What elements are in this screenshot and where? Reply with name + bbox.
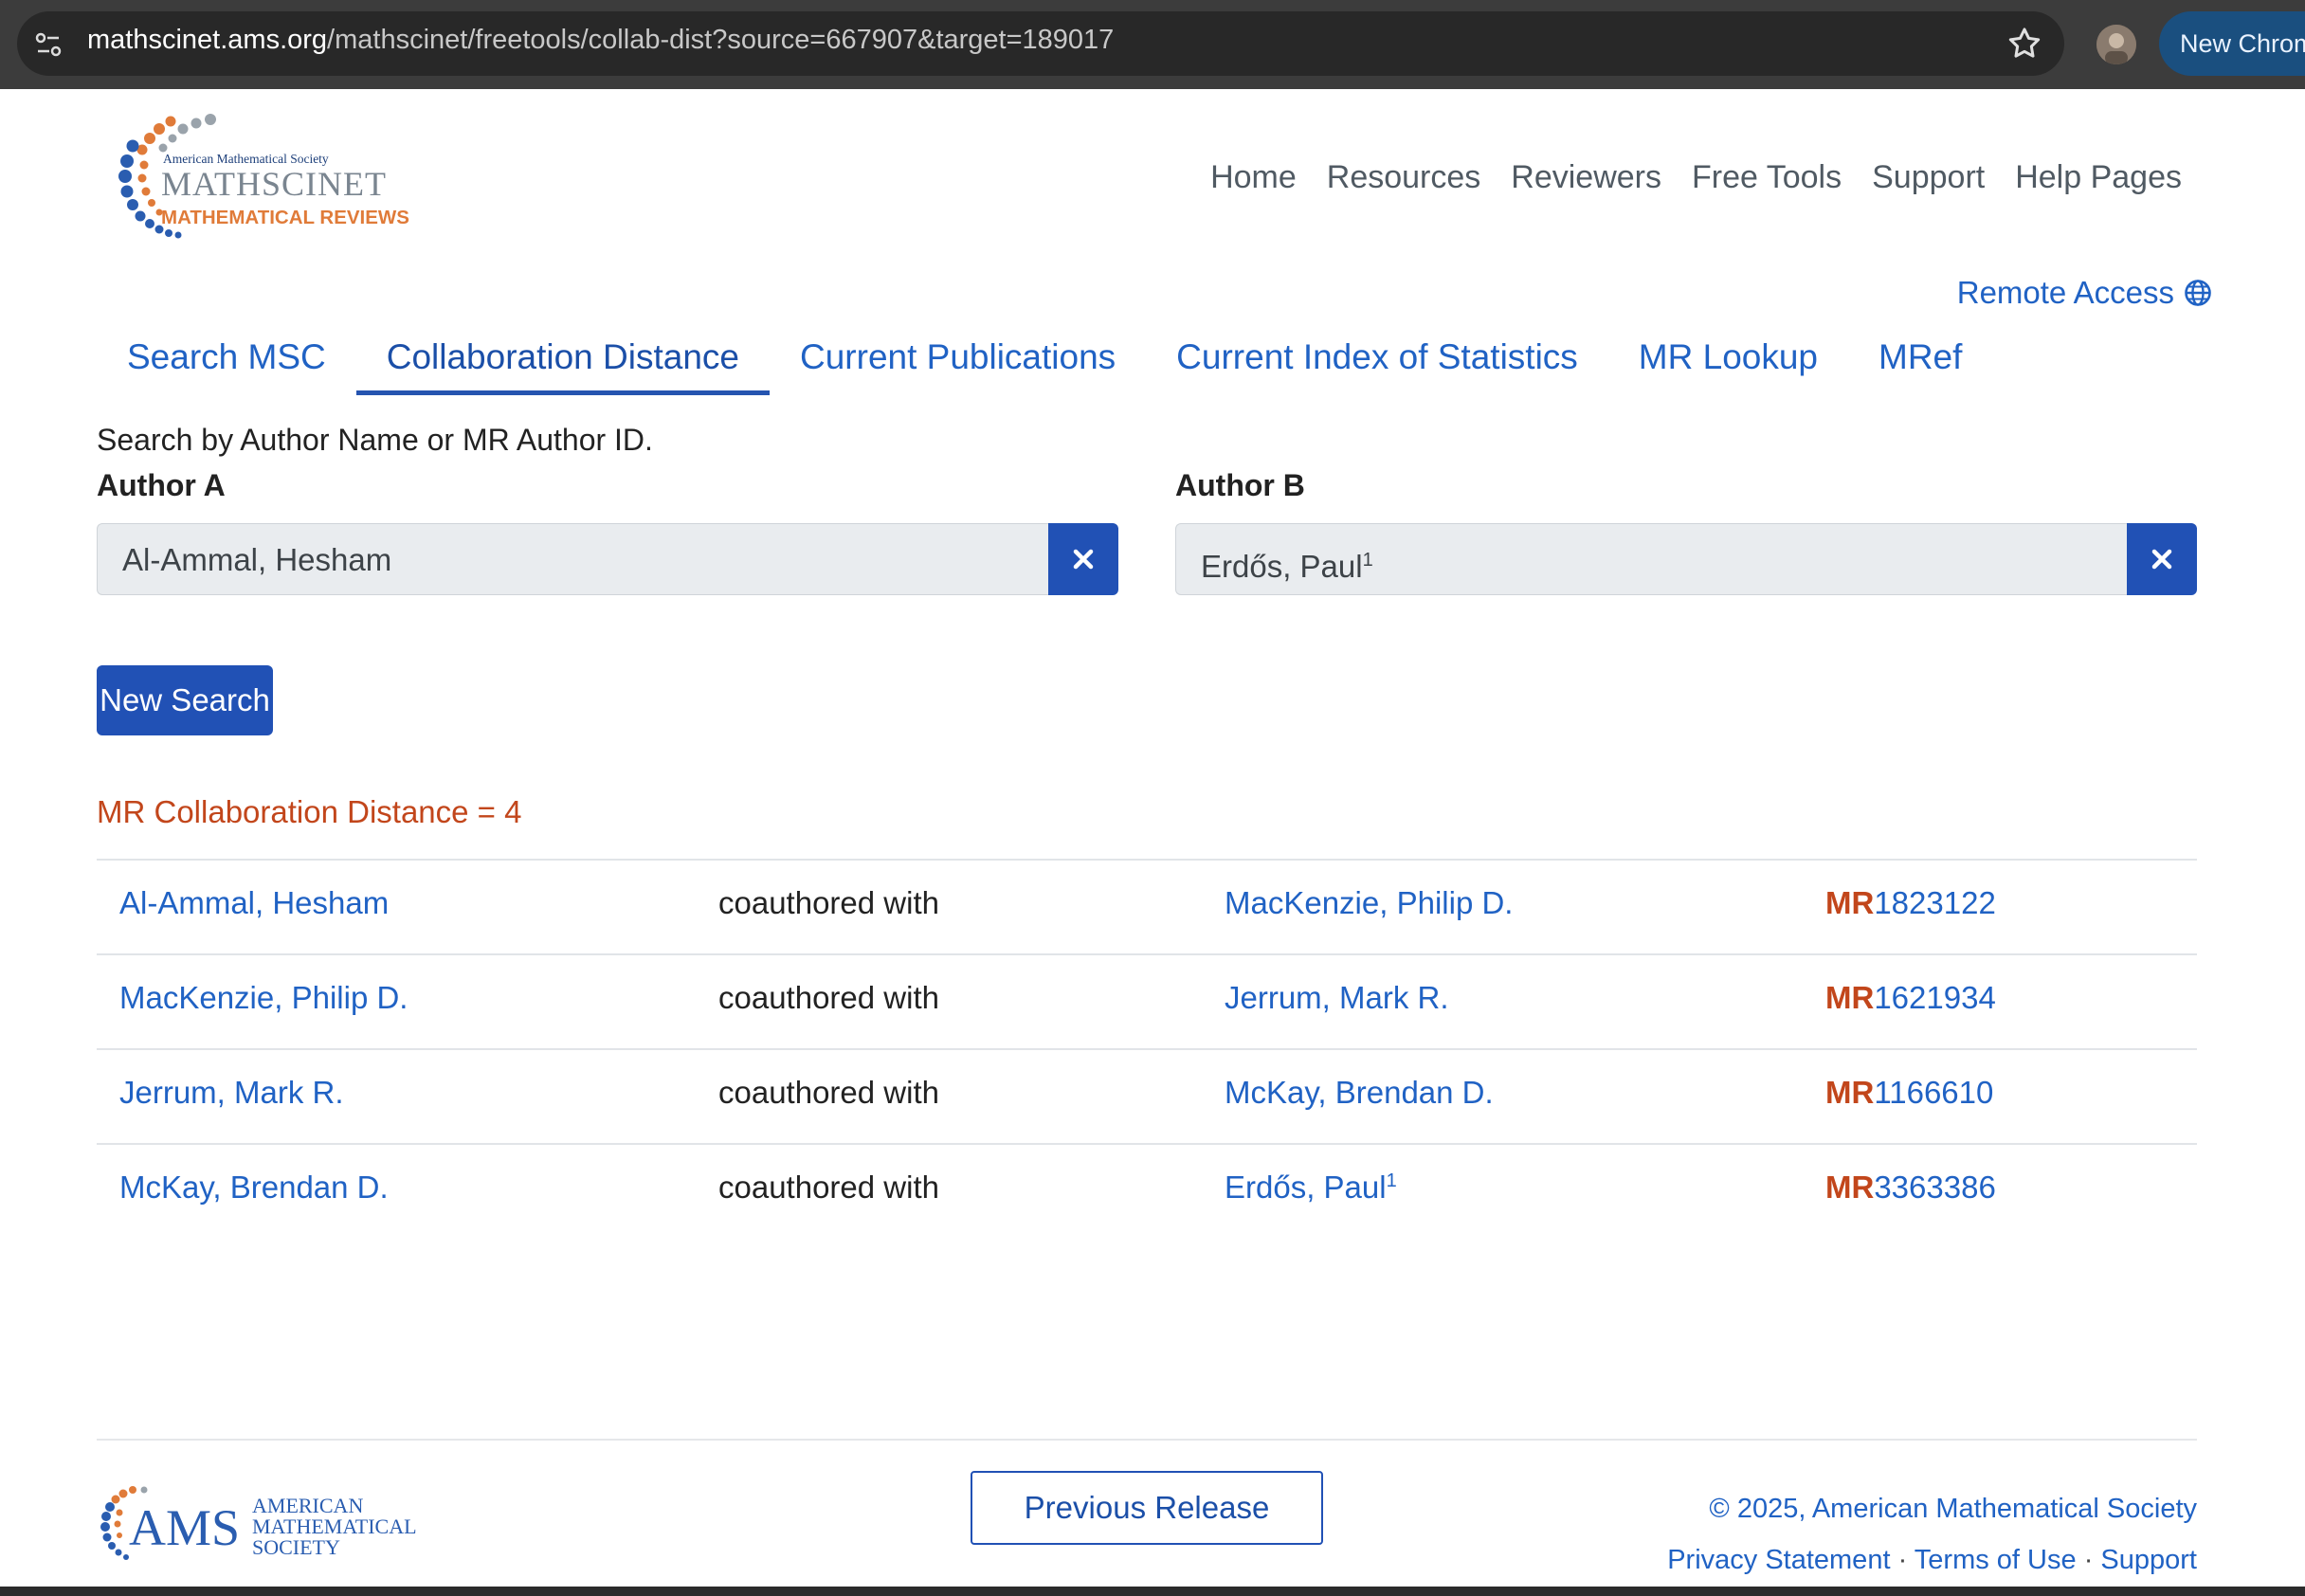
author-b-value: Erdős, Paul <box>1201 549 1363 584</box>
tab-mr-lookup[interactable]: MR Lookup <box>1608 332 1848 395</box>
mr-prefix: MR <box>1825 1075 1875 1110</box>
profile-avatar[interactable] <box>2096 25 2136 64</box>
author-a-value: Al-Ammal, Hesham <box>122 542 392 577</box>
mr-number-link[interactable]: MR1166610 <box>1825 1075 1993 1111</box>
ams-logo[interactable]: AMS AMERICAN MATHEMATICAL SOCIETY <box>95 1484 436 1564</box>
footer-divider <box>97 1439 2197 1441</box>
author-a-field: Al-Ammal, Hesham <box>97 523 1118 595</box>
nav-free-tools[interactable]: Free Tools <box>1692 159 1842 196</box>
table-row: Al-Ammal, Hesham coauthored with MacKenz… <box>97 859 2197 953</box>
mr-number: 3363386 <box>1874 1170 1996 1205</box>
copyright-link[interactable]: © 2025, American Mathematical Society <box>1709 1494 2197 1525</box>
author-b-superscript: 1 <box>1362 550 1373 571</box>
privacy-statement-link[interactable]: Privacy Statement <box>1667 1545 1890 1575</box>
footer-links: Privacy Statement · Terms of Use · Suppo… <box>1667 1545 2197 1576</box>
mr-number: 1823122 <box>1874 885 1996 920</box>
author-b-input[interactable]: Erdős, Paul1 <box>1175 523 2127 595</box>
remote-access-link[interactable]: Remote Access <box>1957 275 2212 311</box>
previous-release-button[interactable]: Previous Release <box>971 1471 1323 1545</box>
mr-number: 1621934 <box>1874 980 1996 1015</box>
coauthor-link[interactable]: McKay, Brendan D. <box>1225 1075 1494 1111</box>
author-a-input[interactable]: Al-Ammal, Hesham <box>97 523 1048 595</box>
site-info-icon[interactable] <box>32 28 64 61</box>
new-search-button[interactable]: New Search <box>97 665 273 735</box>
collaboration-distance-result: MR Collaboration Distance = 4 <box>97 794 522 829</box>
coauthor-name: McKay, Brendan D. <box>1225 1075 1494 1110</box>
table-row: MacKenzie, Philip D. coauthored with Jer… <box>97 953 2197 1048</box>
author-b-clear-button[interactable] <box>2127 523 2197 595</box>
mr-prefix: MR <box>1825 1170 1875 1205</box>
window-bottom-edge <box>0 1587 2305 1596</box>
free-tools-tabs: Search MSC Collaboration Distance Curren… <box>97 332 1992 395</box>
nav-support[interactable]: Support <box>1872 159 1985 196</box>
author-b-label: Author B <box>1175 468 1305 502</box>
search-hint: Search by Author Name or MR Author ID. <box>97 423 653 457</box>
author-a-label: Author A <box>97 468 226 502</box>
relation-text: coauthored with <box>718 980 939 1015</box>
globe-icon <box>2185 280 2211 306</box>
mr-number-link[interactable]: MR1621934 <box>1825 980 1996 1016</box>
mr-number: 1166610 <box>1874 1075 1994 1110</box>
relation-text: coauthored with <box>718 1170 939 1205</box>
nav-help-pages[interactable]: Help Pages <box>2015 159 2182 196</box>
footer-separator: · <box>2083 1545 2094 1575</box>
author-link[interactable]: Jerrum, Mark R. <box>119 1075 344 1111</box>
footer-separator: · <box>1897 1545 1908 1575</box>
relation-text: coauthored with <box>718 885 939 920</box>
tab-collaboration-distance[interactable]: Collaboration Distance <box>355 332 770 395</box>
nav-resources[interactable]: Resources <box>1327 159 1481 196</box>
ams-logo-letters: AMS <box>129 1499 240 1556</box>
tab-mref[interactable]: MRef <box>1848 332 1992 395</box>
coauthor-name: MacKenzie, Philip D. <box>1225 885 1514 920</box>
ams-logo-mark: AMS AMERICAN MATHEMATICAL SOCIETY <box>100 1486 417 1560</box>
tab-search-msc[interactable]: Search MSC <box>97 332 356 395</box>
star-icon[interactable] <box>2006 25 2043 63</box>
mr-number-link[interactable]: MR3363386 <box>1825 1170 1996 1206</box>
nav-home[interactable]: Home <box>1210 159 1297 196</box>
collaboration-path-table: Al-Ammal, Hesham coauthored with MacKenz… <box>97 859 2197 1238</box>
author-a-clear-button[interactable] <box>1048 523 1118 595</box>
author-link[interactable]: McKay, Brendan D. <box>119 1170 389 1206</box>
nav-reviewers[interactable]: Reviewers <box>1511 159 1661 196</box>
coauthor-name: Erdős, Paul <box>1225 1170 1387 1205</box>
coauthor-superscript: 1 <box>1386 1170 1397 1191</box>
relation-text: coauthored with <box>718 1075 939 1110</box>
author-link[interactable]: Al-Ammal, Hesham <box>119 885 389 921</box>
mr-prefix: MR <box>1825 980 1875 1015</box>
tab-current-publications[interactable]: Current Publications <box>770 332 1146 395</box>
mathscinet-logo-mark: American Mathematical Society MATHSCINET… <box>118 114 409 239</box>
mr-number-link[interactable]: MR1823122 <box>1825 885 1996 921</box>
coauthor-link[interactable]: Jerrum, Mark R. <box>1225 980 1449 1016</box>
top-navigation: Home Resources Reviewers Free Tools Supp… <box>1210 159 2182 196</box>
footer-support-link[interactable]: Support <box>2100 1545 2197 1575</box>
author-b-field: Erdős, Paul1 <box>1175 523 2197 595</box>
coauthor-link[interactable]: MacKenzie, Philip D. <box>1225 885 1513 921</box>
close-icon <box>1073 549 1094 570</box>
logo-ams-line: American Mathematical Society <box>163 152 329 166</box>
mathscinet-logo[interactable]: American Mathematical Society MATHSCINET… <box>95 112 417 252</box>
table-row: McKay, Brendan D. coauthored with Erdős,… <box>97 1143 2197 1238</box>
url-text[interactable]: mathscinet.ams.org/mathscinet/freetools/… <box>87 25 1114 56</box>
coauthor-name: Jerrum, Mark R. <box>1225 980 1449 1015</box>
tab-current-index-of-statistics[interactable]: Current Index of Statistics <box>1146 332 1608 395</box>
mr-prefix: MR <box>1825 885 1875 920</box>
browser-toolbar: mathscinet.ams.org/mathscinet/freetools/… <box>0 0 2305 89</box>
close-icon <box>2151 549 2172 570</box>
new-chrome-button[interactable]: New Chrome <box>2159 11 2305 76</box>
logo-tagline: MATHEMATICAL REVIEWS <box>161 207 409 228</box>
terms-of-use-link[interactable]: Terms of Use <box>1915 1545 2077 1575</box>
ams-logo-line-3: SOCIETY <box>252 1535 340 1559</box>
author-link[interactable]: MacKenzie, Philip D. <box>119 980 408 1016</box>
coauthor-link[interactable]: Erdős, Paul1 <box>1225 1170 1397 1206</box>
table-row: Jerrum, Mark R. coauthored with McKay, B… <box>97 1048 2197 1143</box>
remote-access-label: Remote Access <box>1956 275 2174 310</box>
logo-mathscinet: MATHSCINET <box>161 165 387 203</box>
